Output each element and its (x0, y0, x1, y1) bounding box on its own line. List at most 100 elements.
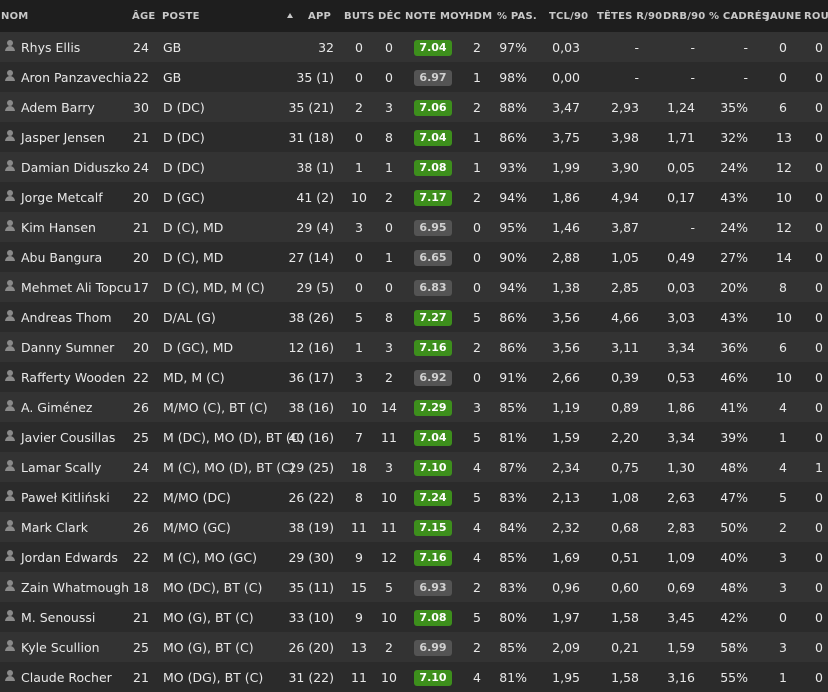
table-row[interactable]: Kim Hansen 21 D (C), MD 29 (4) 3 0 0 95% 1,46 3,8… (0, 212, 828, 242)
player-pass-percentage: 91% (499, 370, 527, 385)
player-age: 22 (133, 370, 149, 385)
player-name[interactable]: A. Giménez (21, 400, 92, 415)
table-row[interactable]: Danny Sumner 20 D (GC), MD 12 (16) 1 3 2 86% 3,5… (0, 332, 828, 362)
player-name[interactable]: Rhys Ellis (21, 40, 80, 55)
player-shots-on-target: 55% (720, 670, 748, 685)
table-row[interactable]: Adem Barry 30 D (DC) 35 (21) 2 3 2 88% 3,47 2,93 1… (0, 92, 828, 122)
average-rating-badge: 7.17 (414, 190, 452, 206)
player-assists: 0 (385, 40, 393, 55)
average-rating-badge: 7.16 (414, 340, 452, 356)
player-pass-percentage: 80% (499, 610, 527, 625)
player-age: 21 (133, 130, 149, 145)
player-yellow-cards: 8 (779, 280, 787, 295)
player-name[interactable]: Claude Rocher (21, 670, 112, 685)
player-name[interactable]: Adem Barry (21, 100, 95, 115)
player-name[interactable]: Paweł Kitliński (21, 490, 110, 505)
player-name[interactable]: M. Senoussi (21, 610, 95, 625)
table-row[interactable]: Paweł Kitliński 22 M/MO (DC) 26 (22) 8 10 5 83%… (0, 482, 828, 512)
player-red-cards: 0 (815, 640, 823, 655)
player-yellow-cards: 12 (776, 160, 792, 175)
average-rating-badge: 7.06 (414, 100, 452, 116)
player-appearances: 38 (16) (288, 400, 334, 415)
player-name[interactable]: Damian Diduszko (21, 160, 130, 175)
player-of-match-count: 2 (473, 340, 481, 355)
player-name[interactable]: Mehmet Ali Topcu (21, 280, 132, 295)
column-header-assists[interactable]: DÉC (378, 11, 401, 22)
column-header-appearances[interactable]: APP (308, 11, 331, 22)
player-name[interactable]: Javier Cousillas (21, 430, 115, 445)
column-header-pass-percentage[interactable]: % PAS. (497, 11, 537, 22)
table-row[interactable]: Mehmet Ali Topcu 17 D (C), MD, M (C) 29 (5)… (0, 272, 828, 302)
column-header-red-cards[interactable]: ROU (804, 11, 828, 22)
player-name[interactable]: Kyle Scullion (21, 640, 100, 655)
player-yellow-cards: 2 (779, 520, 787, 535)
table-row[interactable]: Zain Whatmough 18 MO (DC), BT (C) 35 (11) 15… (0, 572, 828, 602)
column-header-player-of-match[interactable]: HDM (465, 11, 492, 22)
table-row[interactable]: Damian Diduszko 24 D (DC) 38 (1) 1 1 1 93% 1,99 3… (0, 152, 828, 182)
table-row[interactable]: Mark Clark 26 M/MO (GC) 38 (19) 11 11 4 84% 2,32… (0, 512, 828, 542)
player-name[interactable]: Kim Hansen (21, 220, 96, 235)
column-header-age[interactable]: ÂGE (132, 11, 155, 22)
player-tackles-per-90: 0,00 (552, 70, 580, 85)
table-row[interactable]: Claude Rocher 21 MO (DG), BT (C) 31 (22) 11 1… (0, 662, 828, 692)
table-row[interactable]: Jasper Jensen 21 D (DC) 31 (18) 0 8 1 86% 3,75 3,… (0, 122, 828, 152)
column-header-yellow-cards[interactable]: JAUNE (766, 11, 801, 22)
player-name[interactable]: Jorge Metcalf (21, 190, 103, 205)
table-row[interactable]: Jordan Edwards 22 M (C), MO (GC) 29 (30) 9 12… (0, 542, 828, 572)
player-yellow-cards: 10 (776, 190, 792, 205)
table-row[interactable]: Abu Bangura 20 D (C), MD 27 (14) 0 1 0 90% 2,88 1… (0, 242, 828, 272)
player-goals: 11 (351, 670, 367, 685)
table-row[interactable]: Lamar Scally 24 M (C), MO (D), BT (C) 29 (2… (0, 452, 828, 482)
table-row[interactable]: Andreas Thom 20 D/AL (G) 38 (26) 5 8 5 86% 3,56 4… (0, 302, 828, 332)
player-name[interactable]: Aron Panzavechia (21, 70, 132, 85)
player-name[interactable]: Zain Whatmough (21, 580, 129, 595)
player-dribbles-per-90: 1,24 (667, 100, 695, 115)
player-of-match-count: 5 (473, 610, 481, 625)
column-header-goals[interactable]: BUTS (344, 11, 375, 22)
player-position: D/AL (G) (163, 310, 216, 325)
sort-ascending-icon[interactable] (287, 13, 293, 18)
player-appearances: 36 (17) (288, 370, 334, 385)
table-row[interactable]: Rafferty Wooden 22 MD, M (C) 36 (17) 3 2 0 91% 2… (0, 362, 828, 392)
player-tackles-per-90: 3,56 (552, 340, 580, 355)
player-assists: 5 (385, 580, 393, 595)
table-row[interactable]: Javier Cousillas 25 M (DC), MO (D), BT (C)… (0, 422, 828, 452)
table-row[interactable]: Aron Panzavechia 22 GB 35 (1) 0 0 1 98% 0,00 - - - 0… (0, 62, 828, 92)
column-header-dribbles-per-90[interactable]: DRB/90 (663, 11, 705, 22)
player-goals: 3 (355, 220, 363, 235)
player-of-match-count: 1 (473, 160, 481, 175)
player-name[interactable]: Mark Clark (21, 520, 88, 535)
column-header-average-rating[interactable]: NOTE MOY (405, 11, 466, 22)
column-header-tackles-per-90[interactable]: TCL/90 (549, 11, 588, 22)
table-row[interactable]: Jorge Metcalf 20 D (GC) 41 (2) 10 2 2 94% 1,86 4,… (0, 182, 828, 212)
player-name[interactable]: Jordan Edwards (21, 550, 118, 565)
table-row[interactable]: Rhys Ellis 24 GB 32 0 0 2 97% 0,03 - - - 0 0 7.04 (0, 32, 828, 62)
average-rating-badge: 6.83 (414, 280, 452, 296)
player-name[interactable]: Rafferty Wooden (21, 370, 125, 385)
column-header-shots-on-target[interactable]: % CADRÉS (709, 11, 769, 22)
player-name[interactable]: Andreas Thom (21, 310, 112, 325)
player-age: 20 (133, 340, 149, 355)
table-row[interactable]: A. Giménez 26 M/MO (C), BT (C) 38 (16) 10 14 3… (0, 392, 828, 422)
player-shots-on-target: 43% (720, 190, 748, 205)
player-name[interactable]: Lamar Scally (21, 460, 101, 475)
player-age: 30 (133, 100, 149, 115)
player-shots-on-target: 24% (720, 160, 748, 175)
column-header-position[interactable]: POSTE (162, 11, 200, 22)
table-row[interactable]: M. Senoussi 21 MO (G), BT (C) 33 (10) 9 10 5 80… (0, 602, 828, 632)
player-tackles-per-90: 3,75 (552, 130, 580, 145)
player-red-cards: 0 (815, 610, 823, 625)
player-yellow-cards: 6 (779, 340, 787, 355)
player-person-icon (5, 640, 15, 651)
player-name[interactable]: Abu Bangura (21, 250, 102, 265)
player-pass-percentage: 97% (499, 40, 527, 55)
player-assists: 10 (381, 670, 397, 685)
player-red-cards: 0 (815, 220, 823, 235)
table-row[interactable]: Kyle Scullion 25 MO (G), BT (C) 26 (20) 13 2 2… (0, 632, 828, 662)
player-shots-on-target: 40% (720, 550, 748, 565)
player-tackles-per-90: 1,19 (552, 400, 580, 415)
column-header-name[interactable]: NOM (1, 11, 28, 22)
column-header-headers-per-90[interactable]: TÊTES R/90 (597, 11, 662, 22)
player-name[interactable]: Jasper Jensen (21, 130, 105, 145)
player-name[interactable]: Danny Sumner (21, 340, 114, 355)
